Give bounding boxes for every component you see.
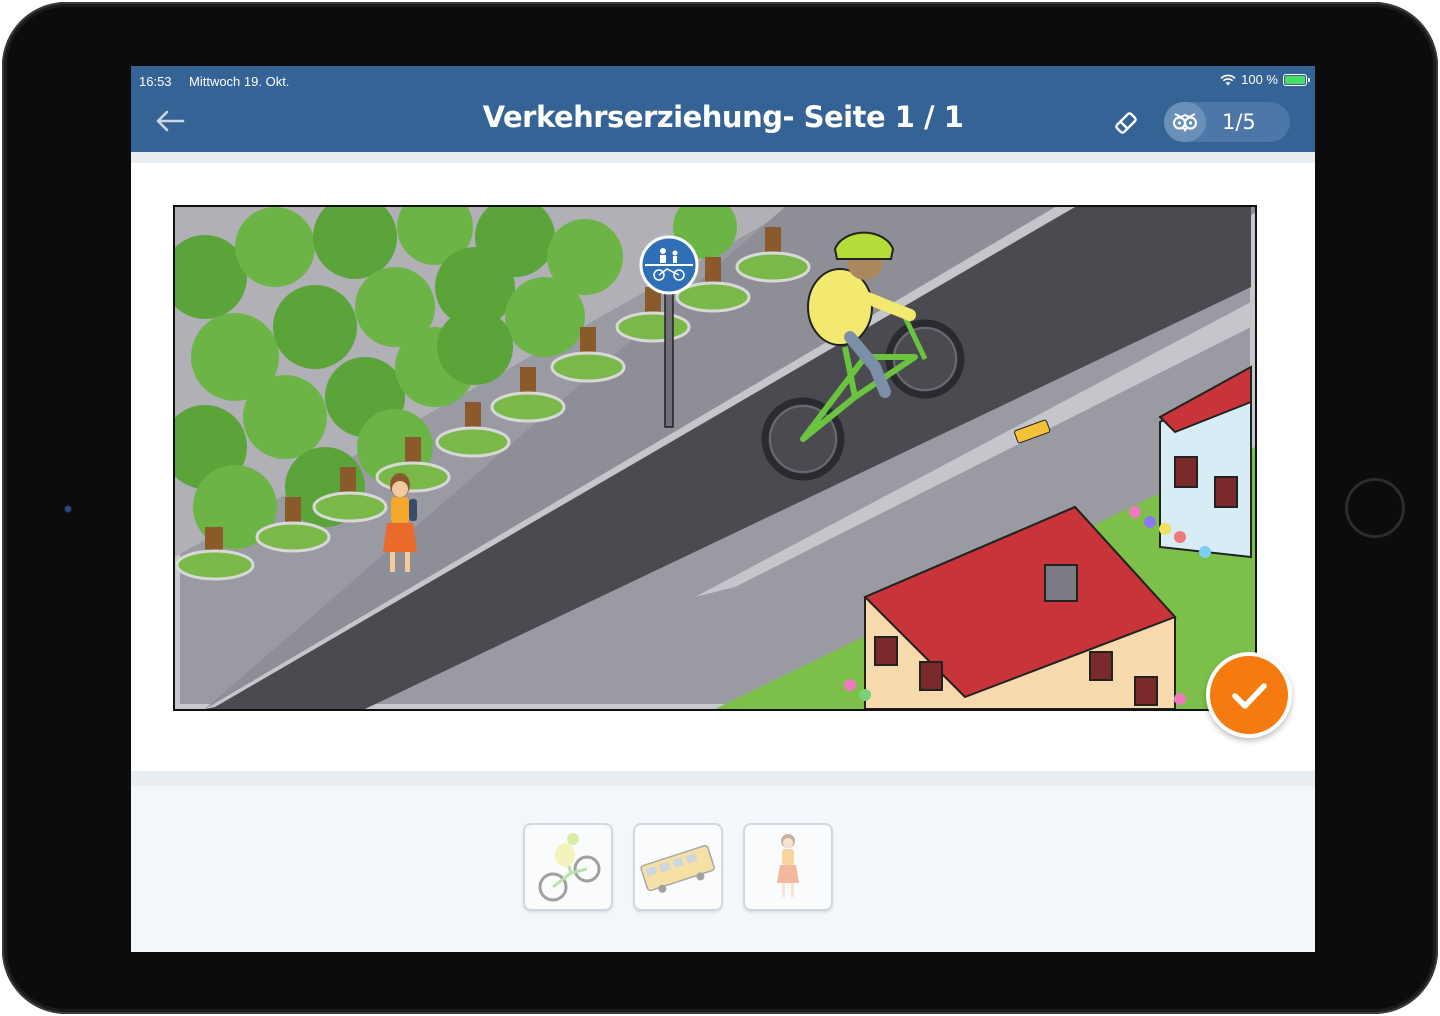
answer-card-girl[interactable] xyxy=(743,823,833,911)
status-bar: 16:53 Mittwoch 19. Okt. 100 % xyxy=(131,66,1315,92)
back-arrow-icon[interactable] xyxy=(153,106,187,136)
answer-card-cyclist[interactable] xyxy=(523,823,613,911)
status-date: Mittwoch 19. Okt. xyxy=(189,74,290,89)
pattern-strip-bottom xyxy=(131,771,1315,786)
battery-icon xyxy=(1283,73,1310,86)
progress-counter: 1/5 xyxy=(1222,110,1256,134)
status-time: 16:53 xyxy=(139,74,172,89)
status-right: 100 % xyxy=(1220,72,1310,87)
traffic-illustration xyxy=(175,207,1255,709)
progress-pill[interactable]: 1/5 xyxy=(1164,102,1290,142)
page-title: Verkehrserziehung- Seite 1 / 1 xyxy=(482,100,964,134)
check-button[interactable] xyxy=(1206,652,1292,738)
checkmark-icon xyxy=(1232,683,1267,709)
top-bar: 16:53 Mittwoch 19. Okt. 100 % Verkehrser… xyxy=(131,66,1315,152)
ipad-frame: 16:53 Mittwoch 19. Okt. 100 % Verkehrser… xyxy=(2,2,1438,1014)
eraser-icon[interactable] xyxy=(1111,108,1141,138)
answer-tray xyxy=(131,786,1315,952)
camera-icon xyxy=(61,502,75,516)
battery-percent: 100 % xyxy=(1241,72,1278,87)
cyclist-thumbnail-icon xyxy=(538,833,601,902)
owl-button[interactable] xyxy=(1164,102,1206,142)
answer-card-bus[interactable] xyxy=(633,823,723,911)
traffic-scene-image xyxy=(173,205,1257,711)
girl-thumbnail-icon xyxy=(777,834,799,897)
owl-icon xyxy=(1172,113,1198,133)
bus-thumbnail-icon xyxy=(640,844,715,893)
home-button[interactable] xyxy=(1345,478,1405,538)
app-screen: 16:53 Mittwoch 19. Okt. 100 % Verkehrser… xyxy=(131,66,1315,952)
pattern-strip-top xyxy=(131,152,1315,163)
wifi-icon xyxy=(1220,74,1236,85)
